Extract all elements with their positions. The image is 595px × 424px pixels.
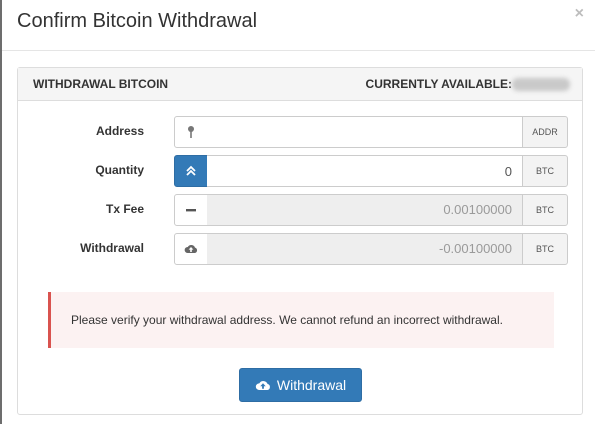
minus-icon — [174, 194, 208, 226]
withdrawal-submit-button[interactable]: Withdrawal — [239, 368, 362, 402]
withdrawal-field: -0.00100000 — [207, 233, 523, 265]
address-suffix: ADDR — [522, 116, 568, 148]
withdrawal-label: Withdrawal — [80, 241, 144, 255]
tx-fee-row: Tx Fee 0.00100000 BTC — [18, 194, 582, 228]
quantity-row: Quantity BTC — [18, 155, 582, 189]
tx-fee-field: 0.00100000 — [207, 194, 523, 226]
window-left-edge — [0, 0, 2, 424]
quantity-input[interactable] — [207, 155, 523, 187]
chevron-up-icon[interactable] — [174, 155, 208, 187]
warning-alert-text: Please verify your withdrawal address. W… — [71, 313, 503, 327]
address-input[interactable] — [207, 116, 523, 148]
withdrawal-panel: WITHDRAWAL BITCOIN CURRENTLY AVAILABLE: … — [17, 67, 583, 415]
address-row: Address ADDR — [18, 116, 582, 150]
modal-title: Confirm Bitcoin Withdrawal — [17, 10, 258, 32]
cloud-upload-icon — [255, 380, 270, 390]
quantity-suffix: BTC — [522, 155, 568, 187]
header-divider — [2, 50, 595, 51]
map-pin-icon — [174, 116, 208, 148]
warning-alert: Please verify your withdrawal address. W… — [48, 292, 554, 348]
withdrawal-suffix: BTC — [522, 233, 568, 265]
available-balance-redacted — [512, 78, 570, 91]
available-label: CURRENTLY AVAILABLE: — [365, 77, 512, 91]
submit-label: Withdrawal — [276, 377, 347, 393]
tx-fee-suffix: BTC — [522, 194, 568, 226]
tx-fee-label: Tx Fee — [105, 202, 144, 216]
cloud-upload-icon — [174, 233, 208, 265]
close-button[interactable]: × — [575, 5, 584, 23]
withdrawal-row: Withdrawal -0.00100000 BTC — [18, 233, 582, 267]
panel-heading: WITHDRAWAL BITCOIN CURRENTLY AVAILABLE: — [18, 68, 582, 101]
quantity-label: Quantity — [95, 163, 144, 177]
panel-title: WITHDRAWAL BITCOIN — [33, 77, 169, 91]
address-label: Address — [95, 124, 144, 138]
